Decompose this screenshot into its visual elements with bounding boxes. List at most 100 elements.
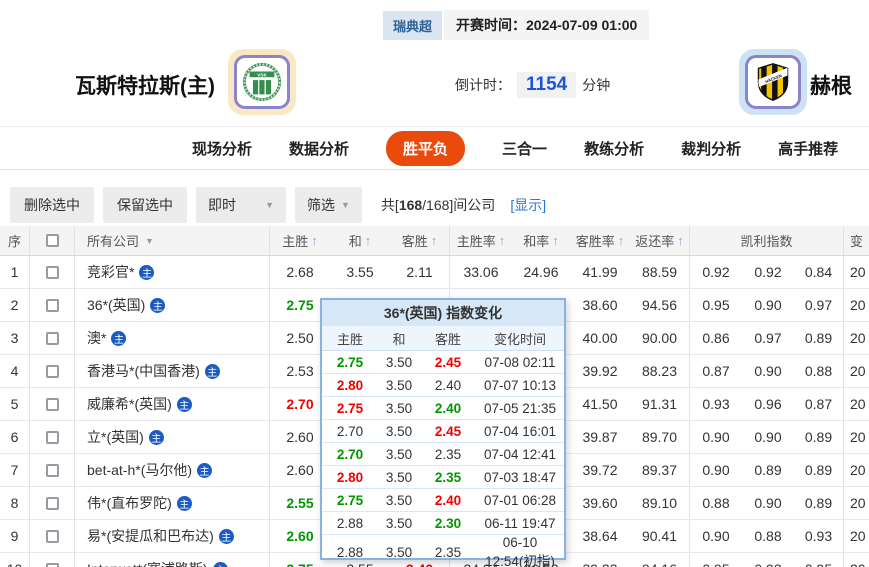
company-name[interactable]: 威廉希*(英国): [87, 394, 172, 414]
league-badge: 瑞典超: [383, 11, 442, 40]
popup-history-row: 2.75 3.50 2.45 07-08 02:11: [322, 351, 564, 374]
row-checkbox[interactable]: [46, 365, 59, 378]
row-index: 5: [0, 388, 30, 420]
tab-three-in-one[interactable]: 三合一: [502, 138, 547, 159]
company-name[interactable]: bet-at-h*(马尔他): [87, 460, 192, 480]
change-time-partial: 20: [844, 520, 869, 552]
host-icon: 主: [213, 562, 228, 567]
host-icon: 主: [205, 364, 220, 379]
kelly-away: 0.88: [794, 355, 844, 387]
company-cell: bet-at-h*(马尔他) 主: [75, 454, 270, 486]
filter-caret-icon: ▼: [145, 236, 154, 246]
row-checkbox[interactable]: [46, 497, 59, 510]
popup-history-row: 2.70 3.50 2.45 07-04 16:01: [322, 420, 564, 443]
odds-draw[interactable]: 3.55: [330, 256, 390, 288]
change-time-partial: 20: [844, 289, 869, 321]
company-name[interactable]: 香港马*(中国香港): [87, 361, 200, 381]
header-return-rate[interactable]: 返还率↑: [630, 226, 690, 255]
header-checkbox-cell: [30, 226, 75, 255]
header-away-odds[interactable]: 客胜↑: [390, 226, 450, 255]
popup-header-time: 变化时间: [476, 329, 564, 348]
company-name[interactable]: Interwet*(塞浦路斯): [87, 559, 208, 567]
header-company[interactable]: 所有公司 ▼: [75, 226, 270, 255]
home-team-logo: VSK: [228, 49, 296, 115]
popup-odds-home: 2.80: [322, 378, 378, 393]
popup-history-row: 2.70 3.50 2.35 07-04 12:41: [322, 443, 564, 466]
change-time-partial: 20: [844, 256, 869, 288]
company-name[interactable]: 立*(英国): [87, 427, 144, 447]
kelly-home: 0.90: [690, 520, 742, 552]
row-checkbox[interactable]: [46, 398, 59, 411]
company-name[interactable]: 竞彩官*: [87, 262, 134, 282]
kelly-home: 0.92: [690, 256, 742, 288]
tab-win-draw-lose[interactable]: 胜平负: [386, 131, 465, 166]
popup-odds-draw: 3.50: [378, 516, 420, 531]
company-cell: Interwet*(塞浦路斯) 主: [75, 553, 270, 567]
keep-selected-button[interactable]: 保留选中: [103, 187, 187, 223]
tab-referee-analysis[interactable]: 裁判分析: [681, 138, 741, 159]
change-time-partial: 20: [844, 355, 869, 387]
away-win-rate: 39.60: [570, 487, 630, 519]
tab-live-analysis[interactable]: 现场分析: [192, 138, 252, 159]
row-checkbox-cell: [30, 355, 75, 387]
company-count: 共[168/168]间公司: [381, 195, 495, 215]
header-draw-odds[interactable]: 和↑: [330, 226, 390, 255]
host-icon: 主: [149, 430, 164, 445]
popup-header-draw: 和: [378, 329, 420, 348]
row-checkbox-cell: [30, 289, 75, 321]
tab-data-analysis[interactable]: 数据分析: [289, 138, 349, 159]
header-home-rate[interactable]: 主胜率↑: [450, 226, 512, 255]
change-time-partial: 20: [844, 388, 869, 420]
return-rate: 89.37: [630, 454, 690, 486]
instant-dropdown[interactable]: 即时 ▼: [196, 187, 286, 223]
company-name[interactable]: 易*(安提瓜和巴布达): [87, 526, 214, 546]
select-all-checkbox[interactable]: [46, 234, 59, 247]
row-checkbox-cell: [30, 487, 75, 519]
odds-table-header: 序 所有公司 ▼ 主胜↑ 和↑ 客胜↑ 主胜率↑ 和率↑ 客胜率↑ 返还率↑ 凯…: [0, 226, 869, 256]
header-away-rate[interactable]: 客胜率↑: [570, 226, 630, 255]
company-name[interactable]: 伟*(直布罗陀): [87, 493, 172, 513]
header-home-odds[interactable]: 主胜↑: [270, 226, 330, 255]
away-win-rate: 39.92: [570, 355, 630, 387]
kelly-home: 0.93: [690, 388, 742, 420]
row-checkbox[interactable]: [46, 464, 59, 477]
row-checkbox[interactable]: [46, 431, 59, 444]
away-win-rate: 39.72: [570, 454, 630, 486]
return-rate: 90.00: [630, 322, 690, 354]
row-checkbox[interactable]: [46, 530, 59, 543]
return-rate: 89.70: [630, 421, 690, 453]
row-checkbox[interactable]: [46, 299, 59, 312]
popup-odds-draw: 3.50: [378, 447, 420, 462]
away-logo-frame: HÄCKEN: [745, 55, 801, 109]
row-checkbox[interactable]: [46, 563, 59, 567]
show-link[interactable]: [显示]: [510, 195, 546, 215]
away-win-rate: 38.64: [570, 520, 630, 552]
row-checkbox[interactable]: [46, 266, 59, 279]
filter-dropdown[interactable]: 筛选 ▼: [295, 187, 362, 223]
popup-odds-draw: 3.50: [378, 378, 420, 393]
delete-selected-button[interactable]: 删除选中: [10, 187, 94, 223]
kelly-away: 0.89: [794, 421, 844, 453]
popup-odds-draw: 3.50: [378, 470, 420, 485]
row-checkbox-cell: [30, 520, 75, 552]
home-logo-frame: VSK: [234, 55, 290, 109]
tab-coach-analysis[interactable]: 教练分析: [584, 138, 644, 159]
odds-away[interactable]: 2.11: [390, 256, 450, 288]
header-draw-rate[interactable]: 和率↑: [512, 226, 570, 255]
analysis-tabs: 现场分析 数据分析 胜平负 三合一 教练分析 裁判分析 高手推荐: [0, 126, 869, 170]
popup-odds-away: 2.40: [420, 493, 476, 508]
row-index: 4: [0, 355, 30, 387]
change-time-partial: 20: [844, 322, 869, 354]
tab-expert-picks[interactable]: 高手推荐: [778, 138, 838, 159]
company-name[interactable]: 澳*: [87, 328, 106, 348]
popup-change-time: 07-03 18:47: [476, 470, 564, 485]
row-checkbox-cell: [30, 421, 75, 453]
odds-home[interactable]: 2.68: [270, 256, 330, 288]
row-checkbox[interactable]: [46, 332, 59, 345]
chevron-down-icon: ▼: [265, 200, 274, 210]
sort-up-icon: ↑: [552, 233, 559, 248]
svg-text:VSK: VSK: [257, 72, 267, 78]
company-name[interactable]: 36*(英国): [87, 295, 145, 315]
popup-history-row: 2.75 3.50 2.40 07-01 06:28: [322, 489, 564, 512]
away-team-name: 赫根: [810, 70, 852, 100]
